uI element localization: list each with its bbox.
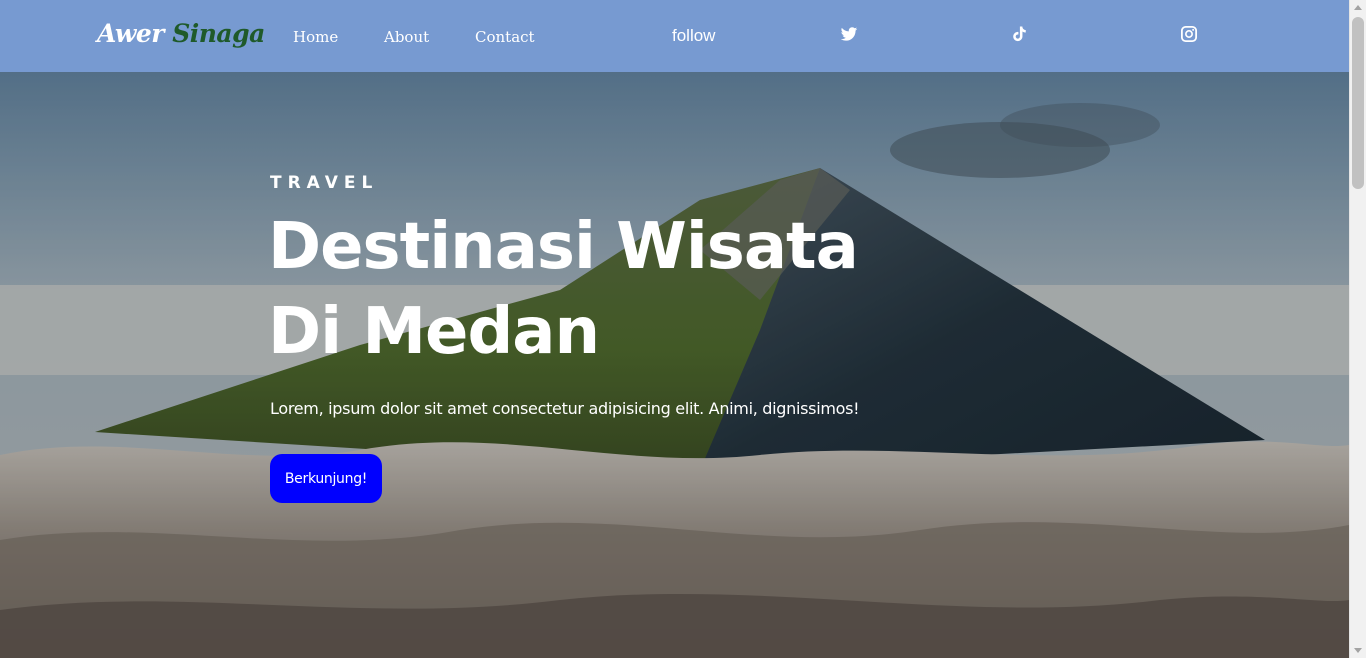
scroll-up-icon[interactable] (1354, 5, 1362, 10)
brand-first-name: Awer (97, 19, 164, 48)
tiktok-icon[interactable] (1010, 25, 1028, 43)
hero-headline-line2: Di Medan (268, 295, 600, 369)
hero-kicker: TRAVEL (270, 173, 379, 193)
berkunjung-button[interactable]: Berkunjung! (270, 454, 382, 503)
nav-link-about[interactable]: About (384, 28, 429, 46)
instagram-icon[interactable] (1180, 25, 1198, 43)
brand-last-name: Sinaga (172, 19, 265, 48)
page-scrollbar[interactable] (1349, 0, 1366, 658)
hero-subtext: Lorem, ipsum dolor sit amet consectetur … (270, 399, 860, 418)
scrollbar-thumb[interactable] (1352, 17, 1364, 189)
twitter-icon[interactable] (840, 25, 858, 43)
hero-headline-line1: Destinasi Wisata (268, 210, 859, 284)
nav-link-contact[interactable]: Contact (475, 28, 535, 46)
follow-label: follow (672, 26, 716, 45)
nav-link-home[interactable]: Home (293, 28, 338, 46)
hero-headline: Destinasi Wisata Di Medan (268, 205, 968, 375)
scroll-down-icon[interactable] (1354, 648, 1362, 653)
brand-logo[interactable]: Awer Sinaga (97, 19, 265, 48)
navbar: Awer Sinaga Home About Contact follow (0, 0, 1349, 72)
